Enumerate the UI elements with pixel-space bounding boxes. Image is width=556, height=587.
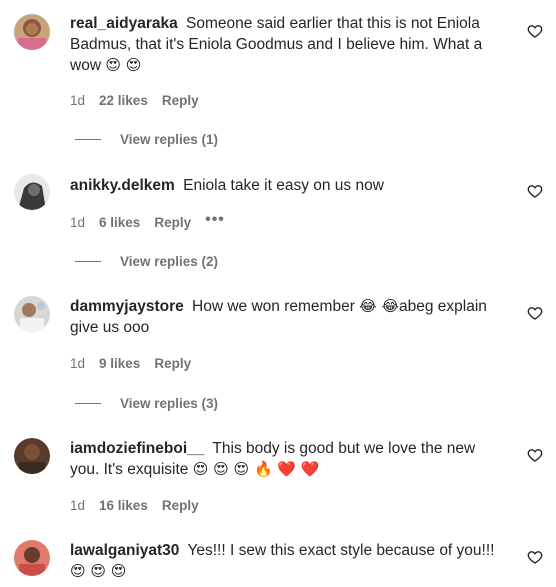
comment-meta: 1d 16 likes Reply bbox=[70, 498, 213, 513]
reply-button[interactable]: Reply bbox=[162, 93, 199, 108]
replies-divider bbox=[75, 139, 101, 140]
comment-meta: 1d 22 likes Reply bbox=[70, 93, 213, 108]
view-replies-label: View replies (2) bbox=[120, 254, 219, 269]
comment-text: anikky.delkem Eniola take it easy on us … bbox=[70, 175, 498, 196]
reply-button[interactable]: Reply bbox=[154, 356, 191, 371]
comment-text: iamdoziefineboi__ This body is good but … bbox=[70, 438, 498, 480]
comment-text: dammyjaystore How we won remember 😂 😂abe… bbox=[70, 296, 498, 338]
comment-time[interactable]: 1d bbox=[70, 498, 85, 513]
comment-emojis: 😍 😍 😍 🔥 ❤️ ❤️ bbox=[192, 460, 320, 478]
comment-time[interactable]: 1d bbox=[70, 93, 85, 108]
heart-icon[interactable] bbox=[527, 549, 543, 565]
view-replies-label: View replies (3) bbox=[120, 396, 219, 411]
avatar[interactable] bbox=[14, 438, 50, 474]
comment-body: Eniola take it easy on us now bbox=[183, 177, 384, 194]
more-options-icon[interactable]: ••• bbox=[205, 211, 225, 227]
heart-icon[interactable] bbox=[527, 183, 543, 199]
reply-button[interactable]: Reply bbox=[162, 498, 199, 513]
comment-emojis: 😍 😍 😍 bbox=[70, 562, 127, 580]
comment-username[interactable]: anikky.delkem bbox=[70, 177, 175, 194]
comment-likes[interactable]: 6 likes bbox=[99, 215, 140, 230]
comment-username[interactable]: real_aidyaraka bbox=[70, 15, 178, 32]
comment-text: lawalganiyat30 Yes!!! I sew this exact s… bbox=[70, 540, 498, 582]
comment-emojis: 😍 😍 bbox=[105, 56, 142, 74]
comment-body: Yes!!! I sew this exact style because of… bbox=[187, 542, 495, 559]
comment-emojis: 😂 😂 bbox=[359, 297, 399, 315]
replies-divider bbox=[75, 403, 101, 404]
avatar[interactable] bbox=[14, 14, 50, 50]
heart-icon[interactable] bbox=[527, 447, 543, 463]
comment-likes[interactable]: 16 likes bbox=[99, 498, 148, 513]
view-replies-button[interactable]: View replies (1) bbox=[75, 132, 218, 147]
comment-username[interactable]: dammyjaystore bbox=[70, 298, 184, 315]
comment-time[interactable]: 1d bbox=[70, 215, 85, 230]
comment-meta: 1d 6 likes Reply ••• bbox=[70, 211, 239, 230]
replies-divider bbox=[75, 261, 101, 262]
reply-button[interactable]: Reply bbox=[154, 215, 191, 230]
view-replies-label: View replies (1) bbox=[120, 132, 219, 147]
avatar[interactable] bbox=[14, 296, 50, 332]
comment-likes[interactable]: 9 likes bbox=[99, 356, 140, 371]
comment-username[interactable]: lawalganiyat30 bbox=[70, 542, 179, 559]
heart-icon[interactable] bbox=[527, 23, 543, 39]
comment-body: How we won remember bbox=[192, 298, 355, 315]
view-replies-button[interactable]: View replies (3) bbox=[75, 396, 218, 411]
comment-text: real_aidyaraka Someone said earlier that… bbox=[70, 13, 498, 76]
comment-likes[interactable]: 22 likes bbox=[99, 93, 148, 108]
avatar[interactable] bbox=[14, 540, 50, 576]
avatar[interactable] bbox=[14, 174, 50, 210]
comment-time[interactable]: 1d bbox=[70, 356, 85, 371]
comment-username[interactable]: iamdoziefineboi__ bbox=[70, 440, 204, 457]
comment-meta: 1d 9 likes Reply bbox=[70, 356, 205, 371]
heart-icon[interactable] bbox=[527, 305, 543, 321]
view-replies-button[interactable]: View replies (2) bbox=[75, 254, 218, 269]
